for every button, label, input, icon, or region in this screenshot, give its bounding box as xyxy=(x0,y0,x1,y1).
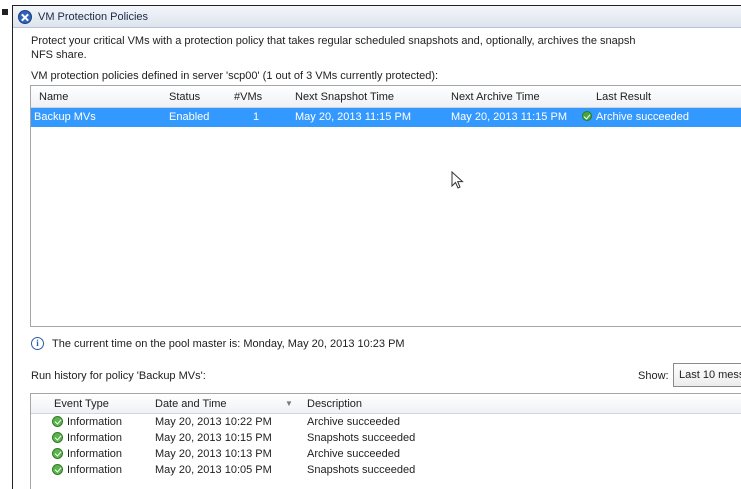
description-cell: Snapshots succeeded xyxy=(307,464,416,476)
description-cell: Archive succeeded xyxy=(307,448,400,460)
policy-last-result-text: Archive succeeded xyxy=(596,111,689,123)
column-header-next-snapshot[interactable]: Next Snapshot Time xyxy=(295,86,394,108)
date-time-cell: May 20, 2013 10:05 PM xyxy=(155,464,272,476)
column-header-date-time[interactable]: Date and Time xyxy=(155,394,227,414)
event-type-text: Information xyxy=(67,448,123,460)
history-label: Run history for policy 'Backup MVs': xyxy=(31,370,206,382)
event-type-text: Information xyxy=(67,416,123,428)
column-header-description[interactable]: Description xyxy=(307,394,362,414)
policies-label: VM protection policies defined in server… xyxy=(31,70,439,82)
mouse-pointer-icon xyxy=(451,171,464,189)
description-line-2: NFS share. xyxy=(31,49,87,61)
history-row[interactable]: Information May 20, 2013 10:15 PM Snapsh… xyxy=(31,431,741,446)
policy-name: Backup MVs xyxy=(34,111,96,123)
column-header-last-result[interactable]: Last Result xyxy=(596,86,651,108)
column-header-vms[interactable]: #VMs xyxy=(234,86,262,108)
event-type-cell: Information xyxy=(52,447,122,462)
date-time-cell: May 20, 2013 10:13 PM xyxy=(155,448,272,460)
info-icon: i xyxy=(31,337,44,350)
description-text: Protect your critical VMs with a protect… xyxy=(31,34,741,62)
close-circle-icon[interactable] xyxy=(18,9,32,24)
history-row[interactable]: Information May 20, 2013 10:22 PM Archiv… xyxy=(31,415,741,430)
policies-table-header: Name Status #VMs Next Snapshot Time Next… xyxy=(31,86,741,108)
window-title: VM Protection Policies xyxy=(38,10,149,23)
title-bar: VM Protection Policies xyxy=(13,6,741,28)
policy-status: Enabled xyxy=(169,111,210,123)
policy-vm-count: 1 xyxy=(253,111,260,123)
date-time-cell: May 20, 2013 10:22 PM xyxy=(155,416,272,428)
checkmark-icon xyxy=(52,464,63,475)
policy-row[interactable]: Backup MVs Enabled 1 May 20, 2013 11:15 … xyxy=(31,108,741,127)
column-header-name[interactable]: Name xyxy=(39,86,68,108)
checkmark-icon xyxy=(52,416,63,427)
event-type-cell: Information xyxy=(52,415,122,430)
column-header-next-archive[interactable]: Next Archive Time xyxy=(451,86,540,108)
description-cell: Archive succeeded xyxy=(307,416,400,428)
history-row[interactable]: Information May 20, 2013 10:13 PM Archiv… xyxy=(31,447,741,462)
column-header-event-type[interactable]: Event Type xyxy=(54,394,109,414)
event-type-text: Information xyxy=(67,432,123,444)
current-time-text: The current time on the pool master is: … xyxy=(52,337,405,350)
frame-corner-mark xyxy=(2,9,8,15)
checkmark-icon xyxy=(52,432,63,443)
history-table-header: Event Type Date and Time ▼ Description xyxy=(31,394,741,414)
checkmark-icon xyxy=(52,448,63,459)
show-filter-dropdown[interactable]: Last 10 mess xyxy=(673,363,741,387)
dialog-window: VM Protection Policies Protect your crit… xyxy=(12,5,741,489)
column-header-status[interactable]: Status xyxy=(169,86,200,108)
policy-next-snapshot: May 20, 2013 11:15 PM xyxy=(295,111,411,123)
show-label: Show: xyxy=(638,370,669,382)
policy-last-result: Archive succeeded xyxy=(582,108,689,127)
event-type-cell: Information xyxy=(52,463,122,478)
description-line-1: Protect your critical VMs with a protect… xyxy=(31,35,636,47)
history-table[interactable]: Event Type Date and Time ▼ Description I… xyxy=(30,393,741,489)
policies-table[interactable]: Name Status #VMs Next Snapshot Time Next… xyxy=(30,85,741,327)
event-type-text: Information xyxy=(67,464,123,476)
policy-next-archive: May 20, 2013 11:15 PM xyxy=(451,111,567,123)
checkmark-icon xyxy=(582,111,592,121)
date-time-cell: May 20, 2013 10:15 PM xyxy=(155,432,272,444)
history-row[interactable]: Information May 20, 2013 10:05 PM Snapsh… xyxy=(31,463,741,478)
current-time-notice: i The current time on the pool master is… xyxy=(31,337,405,350)
description-cell: Snapshots succeeded xyxy=(307,432,416,444)
sort-descending-icon: ▼ xyxy=(285,399,293,408)
event-type-cell: Information xyxy=(52,431,122,446)
